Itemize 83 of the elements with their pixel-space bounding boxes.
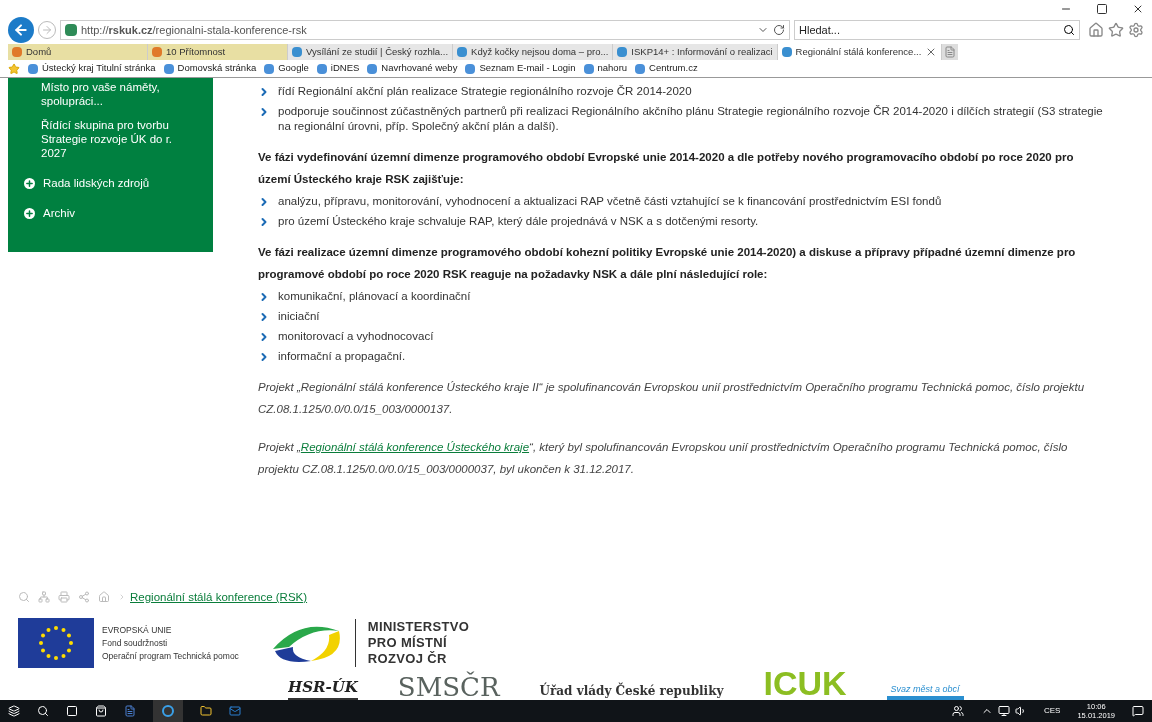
partner-logo: ICUK bbox=[763, 668, 847, 700]
project-note: Projekt „Regionální stálá konference Ústeckého kraje II“ je spolufinancován Evropskou unií prostřednictvím Operačního programu Technická pomoc, číslo projektu CZ.08.1.125/0.0/0.0/15_003/0000137. bbox=[258, 380, 1086, 417]
bullet-text: informační a propagační. bbox=[278, 349, 406, 364]
eu-logo-text: Operační program Technická pomoc bbox=[102, 649, 239, 663]
section-heading: Ve fázi vydefinování územní dimenze programového období Evropské unie 2014-2020 a dle potřeby nového programovacího období po roce 2020 pro území Ústeckého kraje RSK zajišťuje: bbox=[258, 150, 1075, 187]
browser-tab[interactable]: 10 Přítomnost bbox=[148, 44, 288, 60]
sidebar-link[interactable]: Rada lidských zdrojů bbox=[43, 176, 150, 190]
notifications-icon[interactable] bbox=[1132, 705, 1144, 717]
bullet-text: monitorovací a vyhodnocovací bbox=[278, 329, 434, 344]
favorite-link[interactable]: Ústecký kraj Titulní stránka bbox=[28, 61, 156, 76]
bullet-text: řídí Regionální akční plán realizace Strategie regionálního rozvoje ČR 2014-2020 bbox=[278, 84, 692, 99]
tab-favicon-icon bbox=[292, 47, 302, 57]
folder-icon[interactable] bbox=[200, 705, 212, 717]
favorite-link[interactable]: Domovská stránka bbox=[163, 61, 257, 76]
task-view-icon[interactable] bbox=[66, 705, 78, 717]
search-field[interactable]: Hledat... bbox=[794, 20, 1080, 40]
favicon-icon bbox=[583, 63, 594, 74]
search-icon[interactable] bbox=[37, 705, 49, 717]
search-icon[interactable] bbox=[1063, 24, 1075, 36]
breadcrumb-separator-icon bbox=[118, 593, 126, 602]
bullet-text: podporuje součinnost zúčastněných partnerů při realizaci Regionálního akčního plánu Strategie regionálního rozvoje ČR 2014-2020 i dílčích strategií (S3 strategie na regionální úrovni, příp. Společný akční plán a další). bbox=[278, 104, 1103, 134]
favicon-icon bbox=[367, 63, 378, 74]
close-icon[interactable] bbox=[1132, 3, 1144, 15]
favorite-link[interactable]: Seznam E-mail - Login bbox=[465, 61, 576, 76]
partner-logo: Úřad vlády České republiky bbox=[539, 682, 724, 700]
favicon-icon bbox=[163, 63, 174, 74]
favicon-icon bbox=[28, 63, 38, 74]
site-icon bbox=[65, 24, 77, 36]
language-indicator[interactable]: CES bbox=[1044, 705, 1061, 717]
back-button[interactable] bbox=[8, 17, 34, 43]
favicon-icon bbox=[316, 63, 327, 74]
bullet-text: iniciační bbox=[278, 309, 320, 324]
tab-favicon-icon bbox=[781, 47, 792, 57]
project-note: Projekt „Regionální stálá konference Ústeckého kraje“, který byl spolufinancován Evropskou unií prostřednictvím Operačního programu Technická pomoc, číslo projektu CZ.08.1.125/0.0/0.0/15_003/0000037, byl ukončen k 31.12.2017. bbox=[258, 440, 1069, 477]
star-icon[interactable] bbox=[1108, 22, 1124, 38]
bullet-text: analýzu, přípravu, monitorování, vyhodnocení a aktualizaci RAP včetně části vztahující se k financování prostřednictvím ESI fondů bbox=[278, 194, 942, 209]
search-input: Hledat... bbox=[799, 21, 1063, 39]
expand-icon[interactable] bbox=[24, 177, 35, 189]
project-link[interactable]: Regionální stálá konference Ústeckého kraje bbox=[300, 441, 530, 453]
new-tab-button[interactable] bbox=[942, 44, 959, 60]
bullet-text: pro území Ústeckého kraje schvaluje RAP, který dále projednává v NSK a s dotčenými resorty. bbox=[278, 214, 759, 229]
settings-icon[interactable] bbox=[1128, 22, 1144, 38]
favorite-link[interactable]: Google bbox=[264, 61, 309, 76]
favorite-link[interactable]: iDNES bbox=[316, 61, 360, 76]
eu-logo-text: EVROPSKÁ UNIE bbox=[102, 623, 173, 637]
mail-icon[interactable] bbox=[229, 705, 241, 717]
store-icon[interactable] bbox=[95, 705, 107, 717]
url-text: http://rskuk.cz/regionalni-stala-konference-rsk bbox=[81, 22, 307, 38]
sidebar-link[interactable]: Místo pro vaše náměty, spolupráci... bbox=[8, 80, 213, 108]
ministry-logo-text: MINISTERSTVO bbox=[367, 619, 470, 635]
refresh-icon[interactable] bbox=[773, 24, 785, 36]
favicon-icon bbox=[465, 63, 476, 74]
favorites-star-icon[interactable] bbox=[8, 62, 20, 75]
expand-icon[interactable] bbox=[24, 207, 35, 219]
eu-logo-text: Fond soudržnosti bbox=[102, 636, 169, 650]
breadcrumb-link[interactable]: Regionální stálá konference (RSK) bbox=[130, 588, 308, 606]
tab-favicon-icon bbox=[12, 47, 22, 57]
sidebar-link[interactable]: Archiv bbox=[43, 206, 75, 220]
favorite-link[interactable]: nahoru bbox=[583, 61, 628, 76]
browser-tab[interactable]: Domů bbox=[8, 44, 148, 60]
favorite-link[interactable]: Centrum.cz bbox=[635, 61, 698, 76]
browser-taskbar-icon[interactable] bbox=[153, 700, 183, 722]
tab-favicon-icon bbox=[617, 47, 628, 57]
favicon-icon bbox=[264, 63, 275, 74]
browser-tab[interactable]: ISKP14+ : Informování o realizaci bbox=[613, 44, 778, 60]
restore-icon[interactable] bbox=[1096, 3, 1108, 15]
forward-arrow-icon bbox=[41, 24, 53, 36]
network-icon[interactable] bbox=[998, 705, 1010, 717]
tab-favicon-icon bbox=[457, 47, 468, 57]
volume-icon[interactable] bbox=[1015, 705, 1027, 717]
favicon-icon bbox=[635, 63, 646, 74]
people-icon[interactable] bbox=[952, 705, 964, 717]
home-icon[interactable] bbox=[1088, 22, 1104, 38]
sidebar-link[interactable]: Řídící skupina pro tvorbu Strategie rozvoje ÚK do r. 2027 bbox=[8, 118, 213, 160]
ministry-logo-text: PRO MÍSTNÍ bbox=[367, 635, 448, 651]
tab-favicon-icon bbox=[152, 47, 162, 57]
browser-tab[interactable]: Když kočky nejsou doma – pro... bbox=[453, 44, 614, 60]
address-bar[interactable]: http://rskuk.cz/regionalni-stala-konference-rsk bbox=[60, 20, 790, 40]
section-heading: Ve fázi realizace územní dimenze programového období kohezní politiky Evropské unie 2014-2020) a diskuse a přípravy případné územní dimenze pro programové období po roce 2020 RSK reaguje na požadavky NSK a dále plní následující role: bbox=[258, 245, 1077, 282]
browser-tab[interactable]: Vysílání ze studií | Český rozhla... bbox=[288, 44, 454, 60]
ministry-logo-text: ROZVOJ ČR bbox=[367, 651, 448, 667]
favorite-link[interactable]: Navrhované weby bbox=[367, 61, 458, 76]
bullet-text: komunikační, plánovací a koordinační bbox=[278, 289, 471, 304]
